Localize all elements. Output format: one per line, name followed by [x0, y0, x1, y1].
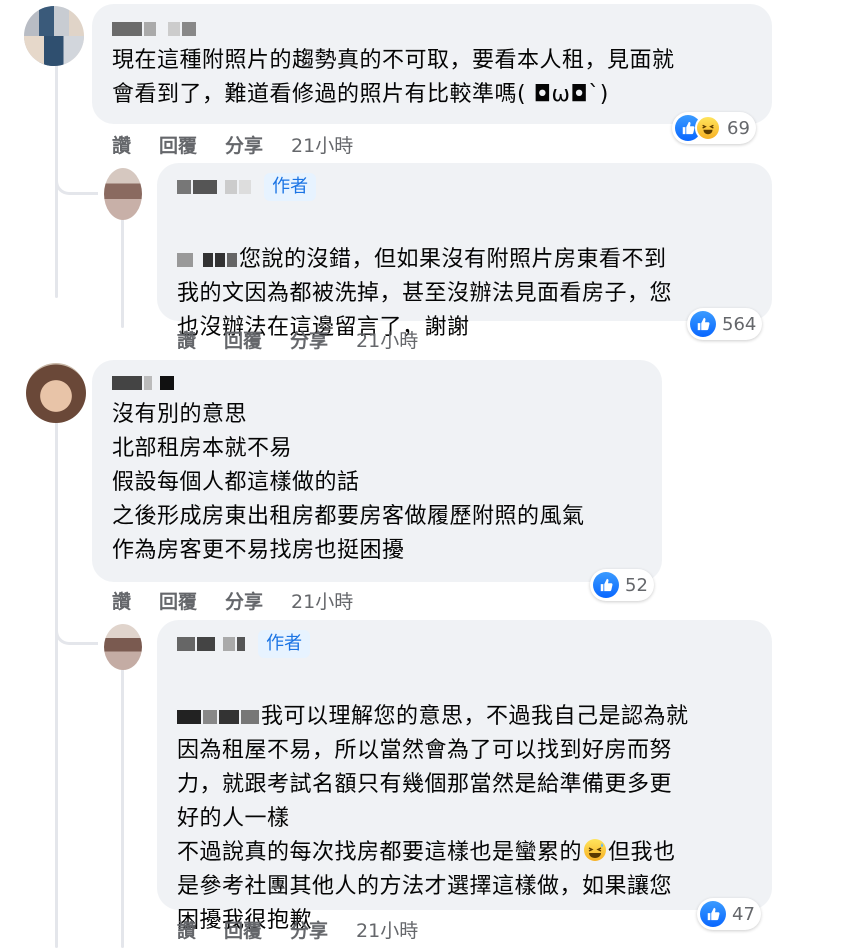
- reaction-summary[interactable]: 47: [697, 898, 761, 930]
- reaction-count: 52: [625, 574, 648, 596]
- like-button[interactable]: 讚: [112, 131, 131, 158]
- share-button[interactable]: 分享: [290, 916, 328, 943]
- comment-actions: 讚 回覆 分享 21小時: [112, 131, 381, 158]
- reply-button[interactable]: 回覆: [159, 131, 197, 158]
- commenter-name[interactable]: [112, 372, 642, 396]
- reaction-count: 564: [722, 313, 757, 335]
- comment-bubble: 沒有別的意思 北部租房本就不易 假設每個人都這樣做的話 之後形成房東出租房都要房…: [92, 360, 662, 582]
- reaction-summary[interactable]: 564: [687, 308, 763, 340]
- thread-line-3: [55, 418, 58, 948]
- comment-text: 我可以理解您的意思，不過我自己是認為就 因為租屋不易，所以當然會為了可以找到好房…: [177, 666, 752, 938]
- thread-branch-1: [55, 170, 98, 195]
- like-reaction-icon: [690, 311, 716, 337]
- comment-bubble: 作者 您說的沒錯，但如果沒有附照片房東看不到 我的文因為都被洗掉，甚至沒辦法見面…: [157, 163, 772, 340]
- timestamp[interactable]: 21小時: [356, 916, 418, 943]
- like-reaction-icon: [593, 572, 619, 598]
- like-button[interactable]: 讚: [177, 916, 196, 943]
- share-button[interactable]: 分享: [225, 131, 263, 158]
- grinning-sweat-emoji-icon: [584, 839, 607, 861]
- reaction-count: 69: [727, 117, 750, 139]
- mention-tag[interactable]: [177, 704, 261, 729]
- avatar[interactable]: [24, 6, 84, 66]
- thread-line-2: [121, 218, 124, 328]
- mention-tag[interactable]: [177, 247, 239, 272]
- comment-actions: 讚 回覆 分享 21小時: [177, 916, 446, 943]
- thread-branch-2: [55, 620, 98, 645]
- share-button[interactable]: 分享: [290, 326, 328, 353]
- reply-button[interactable]: 回覆: [224, 326, 262, 353]
- reaction-summary[interactable]: 52: [590, 569, 654, 601]
- comment-actions: 讚 回覆 分享 21小時: [177, 326, 446, 353]
- comment-actions: 讚 回覆 分享 21小時: [112, 587, 381, 614]
- avatar[interactable]: [104, 168, 142, 220]
- haha-reaction-icon: [695, 115, 721, 141]
- like-button[interactable]: 讚: [177, 326, 196, 353]
- author-badge: 作者: [264, 173, 317, 201]
- like-button[interactable]: 讚: [112, 587, 131, 614]
- author-badge: 作者: [258, 630, 311, 658]
- reaction-summary[interactable]: 69: [672, 112, 756, 144]
- timestamp[interactable]: 21小時: [356, 326, 418, 353]
- timestamp[interactable]: 21小時: [291, 131, 353, 158]
- avatar[interactable]: [26, 363, 86, 423]
- thread-line-4: [121, 668, 124, 948]
- commenter-name[interactable]: [112, 18, 752, 40]
- share-button[interactable]: 分享: [225, 587, 263, 614]
- comment-text: 沒有別的意思 北部租房本就不易 假設每個人都這樣做的話 之後形成房東出租房都要房…: [112, 402, 585, 563]
- reply-button[interactable]: 回覆: [159, 587, 197, 614]
- like-reaction-icon: [700, 901, 726, 927]
- reaction-count: 47: [732, 903, 755, 925]
- timestamp[interactable]: 21小時: [291, 587, 353, 614]
- comment-bubble: 作者 我可以理解您的意思，不過我自己是認為就 因為租屋不易，所以當然會為了可以找…: [157, 620, 772, 933]
- reply-button[interactable]: 回覆: [224, 916, 262, 943]
- commenter-name[interactable]: 作者: [177, 630, 752, 660]
- avatar[interactable]: [104, 624, 142, 670]
- comment-text: 您說的沒錯，但如果沒有附照片房東看不到 我的文因為都被洗掉，甚至沒辦法見面看房子…: [177, 209, 752, 345]
- comment-bubble: 現在這種附照片的趨勢真的不可取，要看本人租，見面就 會看到了，難道看修過的照片有…: [92, 4, 772, 124]
- comment-text: 現在這種附照片的趨勢真的不可取，要看本人租，見面就 會看到了，難道看修過的照片有…: [112, 48, 675, 107]
- commenter-name[interactable]: 作者: [177, 173, 752, 203]
